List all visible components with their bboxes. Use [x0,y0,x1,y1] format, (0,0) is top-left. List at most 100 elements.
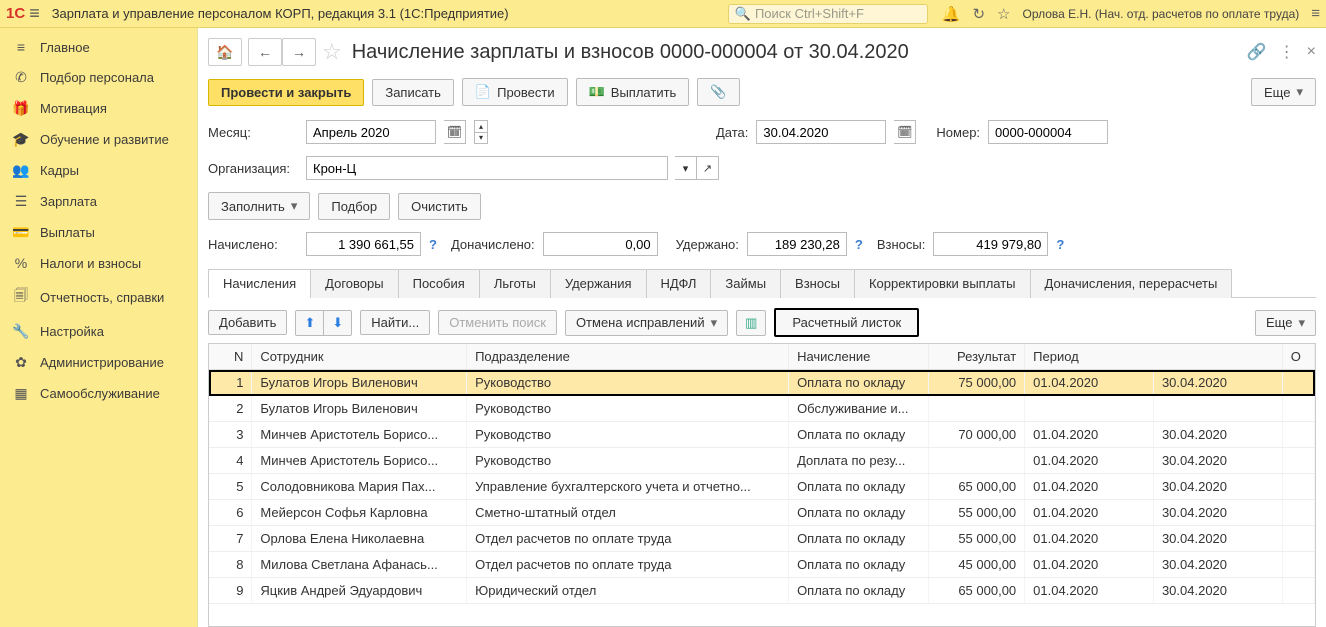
tab-7[interactable]: Взносы [780,269,855,298]
tab-2[interactable]: Пособия [398,269,480,298]
addaccrued-value[interactable] [543,232,658,256]
col-period[interactable]: Период [1025,344,1283,370]
sidebar-item-label: Администрирование [40,355,164,370]
sidebar-item-0[interactable]: ≡Главное [0,32,197,62]
table-row[interactable]: 4Минчев Аристотель Борисо...РуководствоД… [209,448,1315,474]
table-row[interactable]: 9Яцкив Андрей ЭдуардовичЮридический отде… [209,578,1315,604]
table-row[interactable]: 5Солодовникова Мария Пах...Управление бу… [209,474,1315,500]
post-and-close-button[interactable]: Провести и закрыть [208,79,364,106]
sidebar-item-3[interactable]: 🎓Обучение и развитие [0,124,197,155]
bell-icon[interactable]: 🔔 [942,5,961,23]
table-row[interactable]: 6Мейерсон Софья КарловнаСметно-штатный о… [209,500,1315,526]
show-details-button[interactable]: ▥ [736,310,766,336]
post-button[interactable]: 📄Провести [462,78,568,106]
home-button[interactable]: 🏠 [208,38,242,66]
fill-button[interactable]: Заполнить [208,192,310,220]
accrued-help[interactable]: ? [429,237,437,252]
table-row[interactable]: 7Орлова Елена НиколаевнаОтдел расчетов п… [209,526,1315,552]
tab-8[interactable]: Корректировки выплаты [854,269,1031,298]
tab-9[interactable]: Доначисления, перерасчеты [1030,269,1233,298]
move-up-button[interactable]: ⬆ [295,310,324,336]
move-down-button[interactable]: ⬇ [324,310,352,336]
table-more-button[interactable]: Еще [1255,310,1316,336]
sidebar-item-4[interactable]: 👥Кадры [0,155,197,186]
find-button[interactable]: Найти... [360,310,430,335]
pay-button[interactable]: 💵Выплатить [576,78,690,106]
number-input[interactable] [988,120,1108,144]
col-employee[interactable]: Сотрудник [252,344,467,370]
tab-6[interactable]: Займы [710,269,781,298]
org-input[interactable] [306,156,668,180]
month-calendar-icon[interactable]: 🗓 [444,120,466,144]
number-label: Номер: [936,125,980,140]
sidebar-item-8[interactable]: 🗐Отчетность, справки [0,278,197,316]
cancel-fix-button[interactable]: Отмена исправлений [565,310,728,336]
month-spinner[interactable]: ▴▾ [474,120,488,144]
table-row[interactable]: 3Минчев Аристотель Борисо...РуководствоО… [209,422,1315,448]
sidebar-item-11[interactable]: ▦Самообслуживание [0,378,197,409]
contrib-help[interactable]: ? [1056,237,1064,252]
accrued-value[interactable] [306,232,421,256]
forward-button[interactable]: → [282,38,316,66]
back-button[interactable]: ← [248,38,282,66]
sidebar-icon: ≡ [12,39,30,55]
kebab-icon[interactable]: ⋮ [1279,42,1295,62]
table-row[interactable]: 8Милова Светлана Афанась...Отдел расчето… [209,552,1315,578]
pick-button[interactable]: Подбор [318,193,390,220]
user-name[interactable]: Орлова Е.Н. (Нач. отд. расчетов по оплат… [1022,7,1299,21]
attach-button[interactable]: 📎 [697,78,739,106]
menu-icon[interactable]: ≡ [29,3,40,24]
contrib-value[interactable] [933,232,1048,256]
col-accrual[interactable]: Начисление [789,344,929,370]
month-input[interactable] [306,120,436,144]
org-dropdown-icon[interactable]: ▾ [675,156,697,180]
clear-button[interactable]: Очистить [398,193,481,220]
search-placeholder: Поиск Ctrl+Shift+F [755,6,864,21]
sidebar-item-5[interactable]: ☰Зарплата [0,186,197,217]
col-department[interactable]: Подразделение [467,344,789,370]
payslip-button[interactable]: Расчетный листок [774,308,919,337]
settings-icon[interactable]: ≡ [1311,5,1320,22]
col-o[interactable]: О [1282,344,1314,370]
sidebar-item-label: Мотивация [40,101,107,116]
sidebar-icon: 🔧 [12,323,30,340]
form-row-totals: Начислено: ? Доначислено: Удержано: ? Вз… [208,232,1316,256]
date-input[interactable] [756,120,886,144]
col-n[interactable]: N [209,344,252,370]
sidebar-item-9[interactable]: 🔧Настройка [0,316,197,347]
favorite-icon[interactable]: ☆ [322,39,342,65]
sidebar-icon: ✿ [12,354,30,371]
org-open-icon[interactable]: ↗ [697,156,719,180]
tab-5[interactable]: НДФЛ [646,269,712,298]
sidebar-item-10[interactable]: ✿ Администрирование [0,347,197,378]
sidebar-item-label: Налоги и взносы [40,256,141,271]
history-icon[interactable]: ↻ [972,5,985,23]
link-icon[interactable]: 🔗 [1247,42,1267,62]
close-icon[interactable]: × [1307,43,1316,61]
tabs: НачисленияДоговорыПособияЛьготыУдержания… [208,268,1316,298]
sidebar-item-6[interactable]: 💳Выплаты [0,217,197,248]
sidebar-item-1[interactable]: ✆Подбор персонала [0,62,197,93]
table-row[interactable]: 1Булатов Игорь ВиленовичРуководствоОплат… [209,370,1315,396]
star-icon[interactable]: ☆ [997,5,1010,23]
month-label: Месяц: [208,125,298,140]
sidebar: ≡Главное✆Подбор персонала🎁Мотивация🎓Обуч… [0,28,198,627]
tab-3[interactable]: Льготы [479,269,551,298]
sidebar-item-2[interactable]: 🎁Мотивация [0,93,197,124]
add-row-button[interactable]: Добавить [208,310,287,335]
withheld-value[interactable] [747,232,847,256]
withheld-help[interactable]: ? [855,237,863,252]
date-calendar-icon[interactable]: 🗓 [894,120,916,144]
accruals-table[interactable]: N Сотрудник Подразделение Начисление Рез… [209,344,1315,604]
search-input[interactable]: 🔍 Поиск Ctrl+Shift+F [728,4,928,24]
sidebar-item-7[interactable]: %Налоги и взносы [0,248,197,278]
tab-0[interactable]: Начисления [208,269,311,298]
table-row[interactable]: 2Булатов Игорь ВиленовичРуководствоОбслу… [209,396,1315,422]
more-button[interactable]: Еще [1251,78,1316,106]
tab-1[interactable]: Договоры [310,269,398,298]
tab-4[interactable]: Удержания [550,269,647,298]
sidebar-item-label: Кадры [40,163,79,178]
col-result[interactable]: Результат [928,344,1025,370]
write-button[interactable]: Записать [372,79,454,106]
form-row-3: Заполнить Подбор Очистить [208,192,1316,220]
